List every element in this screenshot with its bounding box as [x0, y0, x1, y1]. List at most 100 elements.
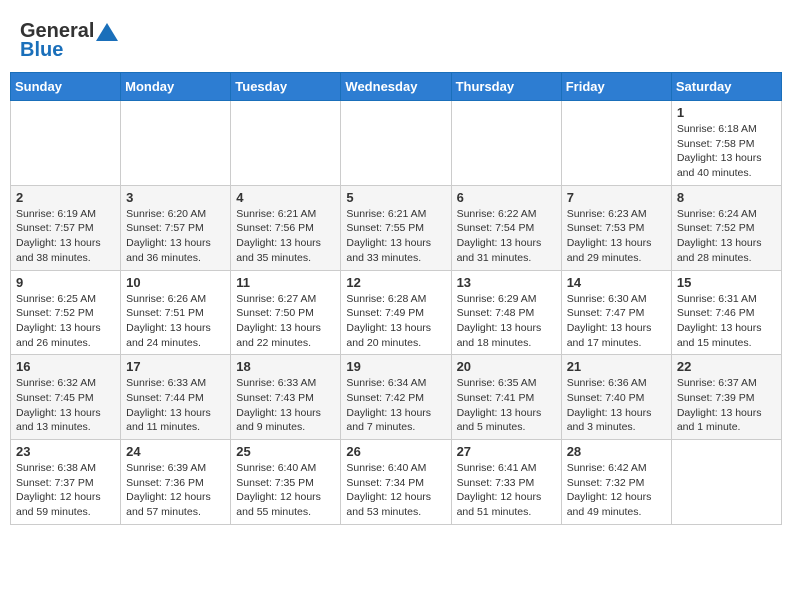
day-cell: 13 Sunrise: 6:29 AM Sunset: 7:48 PM Dayli… — [451, 270, 561, 355]
day-info: Sunrise: 6:27 AM Sunset: 7:50 PM Dayligh… — [236, 292, 335, 351]
day-info: Sunrise: 6:38 AM Sunset: 7:37 PM Dayligh… — [16, 461, 115, 520]
day-info: Sunrise: 6:19 AM Sunset: 7:57 PM Dayligh… — [16, 207, 115, 266]
day-cell — [451, 101, 561, 186]
day-info: Sunrise: 6:18 AM Sunset: 7:58 PM Dayligh… — [677, 122, 776, 181]
weekday-monday: Monday — [121, 73, 231, 101]
calendar: SundayMondayTuesdayWednesdayThursdayFrid… — [10, 72, 782, 525]
day-cell: 9 Sunrise: 6:25 AM Sunset: 7:52 PM Daylig… — [11, 270, 121, 355]
day-cell: 4 Sunrise: 6:21 AM Sunset: 7:56 PM Daylig… — [231, 185, 341, 270]
weekday-saturday: Saturday — [671, 73, 781, 101]
day-cell: 11 Sunrise: 6:27 AM Sunset: 7:50 PM Dayli… — [231, 270, 341, 355]
weekday-wednesday: Wednesday — [341, 73, 451, 101]
day-info: Sunrise: 6:33 AM Sunset: 7:44 PM Dayligh… — [126, 376, 225, 435]
logo: General Blue — [20, 20, 118, 62]
day-info: Sunrise: 6:32 AM Sunset: 7:45 PM Dayligh… — [16, 376, 115, 435]
day-info: Sunrise: 6:34 AM Sunset: 7:42 PM Dayligh… — [346, 376, 445, 435]
day-info: Sunrise: 6:20 AM Sunset: 7:57 PM Dayligh… — [126, 207, 225, 266]
weekday-thursday: Thursday — [451, 73, 561, 101]
day-number: 5 — [346, 190, 445, 205]
day-info: Sunrise: 6:21 AM Sunset: 7:55 PM Dayligh… — [346, 207, 445, 266]
day-number: 7 — [567, 190, 666, 205]
week-row-4: 16 Sunrise: 6:32 AM Sunset: 7:45 PM Dayli… — [11, 355, 782, 440]
day-number: 6 — [457, 190, 556, 205]
day-info: Sunrise: 6:29 AM Sunset: 7:48 PM Dayligh… — [457, 292, 556, 351]
day-number: 3 — [126, 190, 225, 205]
day-number: 22 — [677, 359, 776, 374]
week-row-5: 23 Sunrise: 6:38 AM Sunset: 7:37 PM Dayli… — [11, 440, 782, 525]
day-number: 26 — [346, 444, 445, 459]
day-info: Sunrise: 6:35 AM Sunset: 7:41 PM Dayligh… — [457, 376, 556, 435]
day-cell — [121, 101, 231, 186]
day-number: 10 — [126, 275, 225, 290]
day-info: Sunrise: 6:26 AM Sunset: 7:51 PM Dayligh… — [126, 292, 225, 351]
day-number: 11 — [236, 275, 335, 290]
week-row-2: 2 Sunrise: 6:19 AM Sunset: 7:57 PM Daylig… — [11, 185, 782, 270]
day-number: 8 — [677, 190, 776, 205]
day-info: Sunrise: 6:24 AM Sunset: 7:52 PM Dayligh… — [677, 207, 776, 266]
day-cell — [671, 440, 781, 525]
day-number: 14 — [567, 275, 666, 290]
day-number: 19 — [346, 359, 445, 374]
day-number: 20 — [457, 359, 556, 374]
day-cell: 22 Sunrise: 6:37 AM Sunset: 7:39 PM Dayli… — [671, 355, 781, 440]
day-cell — [11, 101, 121, 186]
day-info: Sunrise: 6:23 AM Sunset: 7:53 PM Dayligh… — [567, 207, 666, 266]
day-cell: 6 Sunrise: 6:22 AM Sunset: 7:54 PM Daylig… — [451, 185, 561, 270]
logo-blue: Blue — [20, 39, 63, 62]
day-info: Sunrise: 6:42 AM Sunset: 7:32 PM Dayligh… — [567, 461, 666, 520]
calendar-body: 1 Sunrise: 6:18 AM Sunset: 7:58 PM Daylig… — [11, 101, 782, 525]
weekday-friday: Friday — [561, 73, 671, 101]
header: General Blue — [10, 10, 782, 67]
day-info: Sunrise: 6:37 AM Sunset: 7:39 PM Dayligh… — [677, 376, 776, 435]
day-cell: 17Sunrise: 6:33 AM Sunset: 7:44 PM Dayli… — [121, 355, 231, 440]
day-number: 28 — [567, 444, 666, 459]
day-cell: 5 Sunrise: 6:21 AM Sunset: 7:55 PM Daylig… — [341, 185, 451, 270]
day-cell: 8 Sunrise: 6:24 AM Sunset: 7:52 PM Daylig… — [671, 185, 781, 270]
day-info: Sunrise: 6:25 AM Sunset: 7:52 PM Dayligh… — [16, 292, 115, 351]
weekday-header: SundayMondayTuesdayWednesdayThursdayFrid… — [11, 73, 782, 101]
day-number: 25 — [236, 444, 335, 459]
day-cell: 3 Sunrise: 6:20 AM Sunset: 7:57 PM Daylig… — [121, 185, 231, 270]
day-number: 24 — [126, 444, 225, 459]
weekday-sunday: Sunday — [11, 73, 121, 101]
week-row-1: 1 Sunrise: 6:18 AM Sunset: 7:58 PM Daylig… — [11, 101, 782, 186]
day-number: 1 — [677, 105, 776, 120]
day-cell: 2 Sunrise: 6:19 AM Sunset: 7:57 PM Daylig… — [11, 185, 121, 270]
day-info: Sunrise: 6:40 AM Sunset: 7:34 PM Dayligh… — [346, 461, 445, 520]
day-number: 13 — [457, 275, 556, 290]
day-cell: 27 Sunrise: 6:41 AM Sunset: 7:33 PM Dayli… — [451, 440, 561, 525]
day-number: 16 — [16, 359, 115, 374]
day-number: 21 — [567, 359, 666, 374]
day-number: 15 — [677, 275, 776, 290]
day-number: 23 — [16, 444, 115, 459]
day-number: 9 — [16, 275, 115, 290]
day-number: 4 — [236, 190, 335, 205]
day-number: 12 — [346, 275, 445, 290]
day-cell: 12 Sunrise: 6:28 AM Sunset: 7:49 PM Dayli… — [341, 270, 451, 355]
day-cell: 10 Sunrise: 6:26 AM Sunset: 7:51 PM Dayli… — [121, 270, 231, 355]
day-cell: 20 Sunrise: 6:35 AM Sunset: 7:41 PM Dayli… — [451, 355, 561, 440]
day-info: Sunrise: 6:28 AM Sunset: 7:49 PM Dayligh… — [346, 292, 445, 351]
logo-icon — [96, 23, 118, 41]
day-info: Sunrise: 6:36 AM Sunset: 7:40 PM Dayligh… — [567, 376, 666, 435]
day-info: Sunrise: 6:41 AM Sunset: 7:33 PM Dayligh… — [457, 461, 556, 520]
day-cell: 25 Sunrise: 6:40 AM Sunset: 7:35 PM Dayli… — [231, 440, 341, 525]
day-cell: 23 Sunrise: 6:38 AM Sunset: 7:37 PM Dayli… — [11, 440, 121, 525]
day-info: Sunrise: 6:22 AM Sunset: 7:54 PM Dayligh… — [457, 207, 556, 266]
day-info: Sunrise: 6:21 AM Sunset: 7:56 PM Dayligh… — [236, 207, 335, 266]
day-info: Sunrise: 6:39 AM Sunset: 7:36 PM Dayligh… — [126, 461, 225, 520]
day-info: Sunrise: 6:30 AM Sunset: 7:47 PM Dayligh… — [567, 292, 666, 351]
day-cell: 26 Sunrise: 6:40 AM Sunset: 7:34 PM Dayli… — [341, 440, 451, 525]
day-number: 27 — [457, 444, 556, 459]
day-cell: 18Sunrise: 6:33 AM Sunset: 7:43 PM Dayli… — [231, 355, 341, 440]
day-cell: 19 Sunrise: 6:34 AM Sunset: 7:42 PM Dayli… — [341, 355, 451, 440]
day-number: 2 — [16, 190, 115, 205]
day-cell: 15Sunrise: 6:31 AM Sunset: 7:46 PM Dayli… — [671, 270, 781, 355]
day-cell: 14 Sunrise: 6:30 AM Sunset: 7:47 PM Dayli… — [561, 270, 671, 355]
day-cell: 21 Sunrise: 6:36 AM Sunset: 7:40 PM Dayli… — [561, 355, 671, 440]
weekday-tuesday: Tuesday — [231, 73, 341, 101]
day-cell: 24 Sunrise: 6:39 AM Sunset: 7:36 PM Dayli… — [121, 440, 231, 525]
day-info: Sunrise: 6:40 AM Sunset: 7:35 PM Dayligh… — [236, 461, 335, 520]
week-row-3: 9 Sunrise: 6:25 AM Sunset: 7:52 PM Daylig… — [11, 270, 782, 355]
day-cell — [561, 101, 671, 186]
